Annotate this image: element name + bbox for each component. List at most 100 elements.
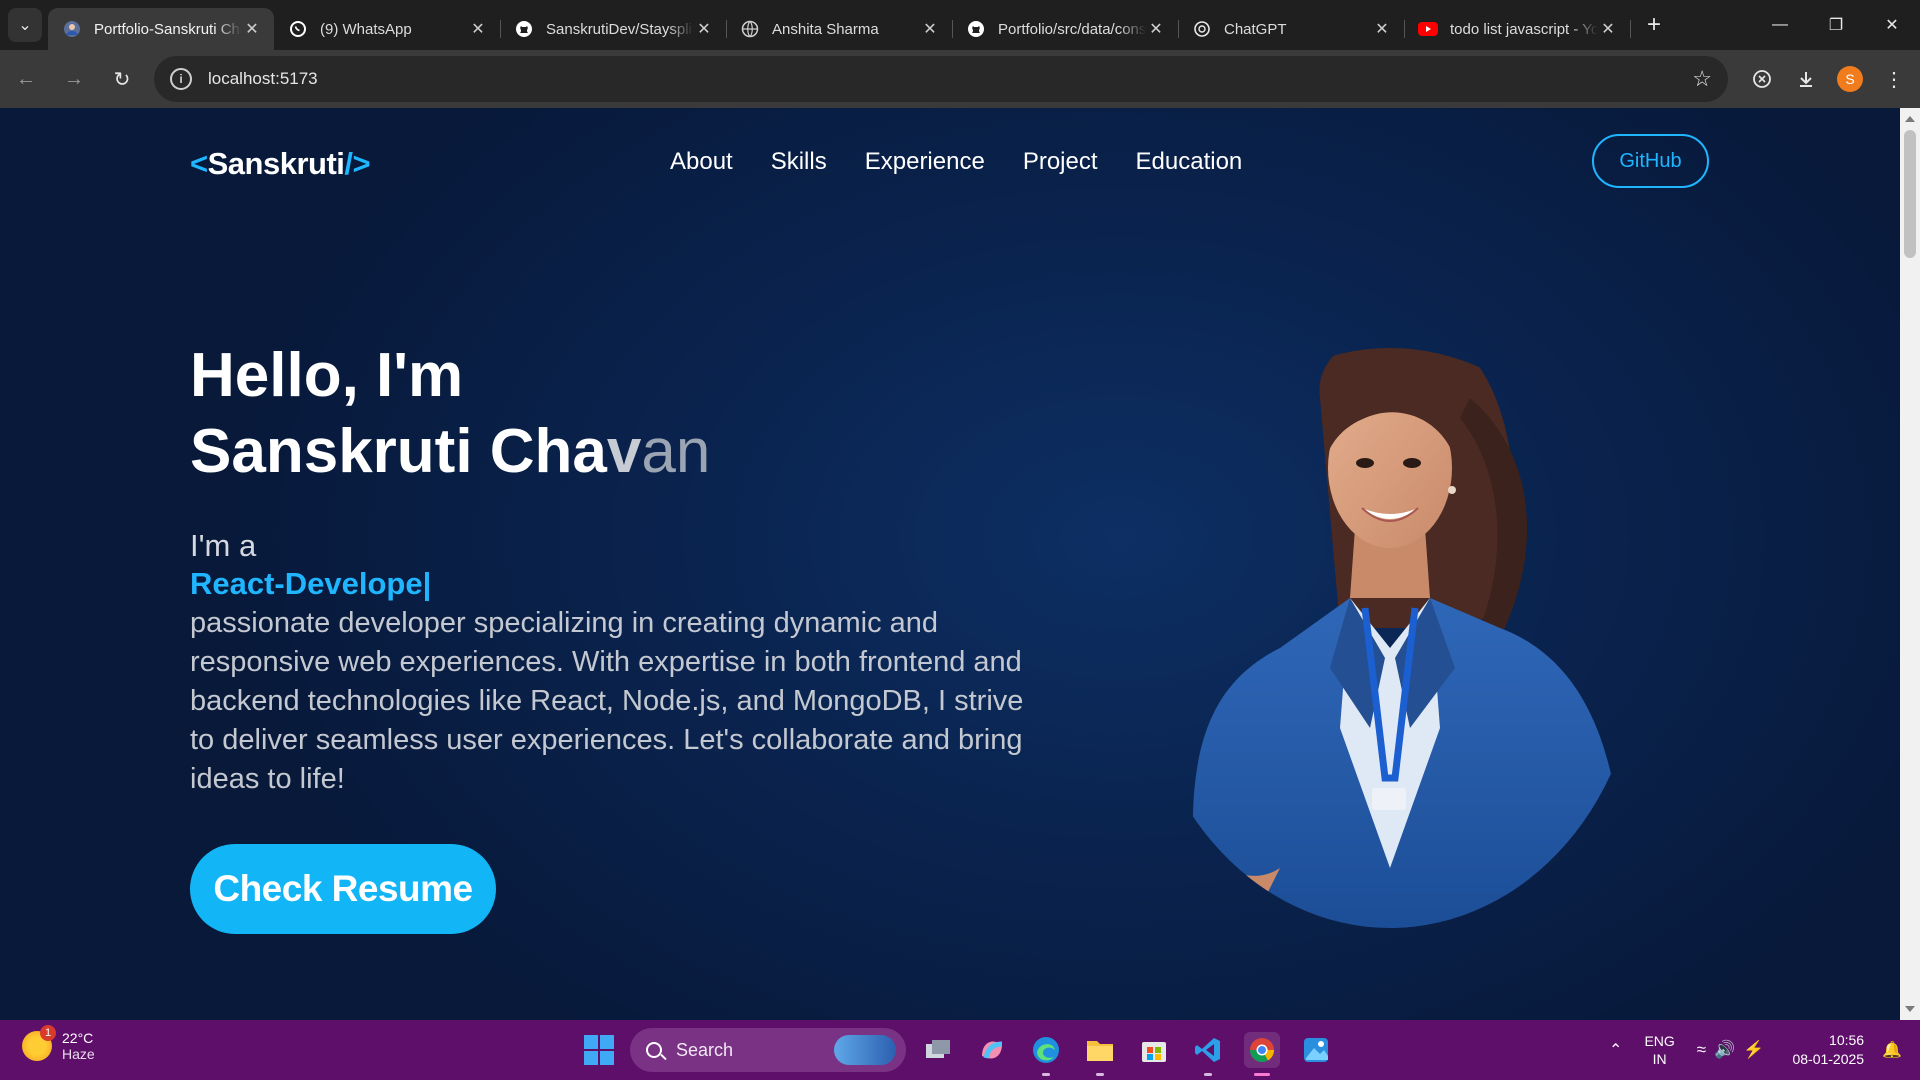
chrome-icon[interactable] bbox=[1244, 1032, 1280, 1076]
language-indicator[interactable]: ENG IN bbox=[1644, 1032, 1674, 1068]
notification-badge: 1 bbox=[40, 1025, 56, 1041]
portfolio-favicon bbox=[62, 19, 82, 39]
github-button[interactable]: GitHub bbox=[1592, 134, 1709, 188]
window-controls: — ❐ ✕ bbox=[1752, 0, 1920, 50]
close-tab-icon[interactable]: ✕ bbox=[1372, 19, 1392, 39]
tab-title: Anshita Sharma bbox=[772, 20, 879, 38]
weather-sun-icon: 1 bbox=[22, 1025, 56, 1061]
hero-heading: Hello, I'm Sanskruti Chavan bbox=[190, 338, 710, 490]
browser-tab[interactable]: Portfolio-Sanskruti Chavan ✕ bbox=[48, 8, 274, 50]
start-button[interactable] bbox=[584, 1035, 614, 1065]
address-bar[interactable]: i localhost:5173 ☆ bbox=[154, 56, 1728, 102]
scrollbar-thumb[interactable] bbox=[1904, 130, 1916, 258]
scroll-up-icon[interactable] bbox=[1905, 116, 1915, 122]
browser-tab[interactable]: ChatGPT ✕ bbox=[1178, 8, 1405, 50]
tab-title: SanskrutiDev/Staysplit bbox=[546, 20, 694, 38]
edge-icon[interactable] bbox=[1028, 1032, 1064, 1076]
notification-bell-icon[interactable]: 🔔 bbox=[1882, 1040, 1902, 1060]
network-volume-battery-icons[interactable]: ≈🔊⚡ bbox=[1697, 1040, 1773, 1060]
profile-photo bbox=[1192, 348, 1630, 928]
search-placeholder: Search bbox=[676, 1039, 734, 1060]
forward-button[interactable]: → bbox=[52, 57, 96, 101]
microsoft-store-icon[interactable] bbox=[1136, 1032, 1172, 1068]
restore-button[interactable]: ❐ bbox=[1808, 0, 1864, 50]
nav-link-about[interactable]: About bbox=[670, 148, 733, 176]
weather-condition: Haze bbox=[62, 1046, 95, 1062]
search-icon bbox=[646, 1042, 662, 1058]
close-tab-icon[interactable]: ✕ bbox=[242, 19, 262, 39]
tab-search-button[interactable]: ⌄ bbox=[8, 8, 42, 42]
back-button[interactable]: ← bbox=[4, 57, 48, 101]
arrow-right-icon: → bbox=[64, 67, 84, 90]
github-icon bbox=[966, 19, 986, 39]
browser-tab[interactable]: Anshita Sharma ✕ bbox=[726, 8, 953, 50]
globe-icon bbox=[740, 19, 760, 39]
reload-icon: ↻ bbox=[113, 68, 131, 91]
hero-role-typewriter: React-Develope| bbox=[190, 566, 432, 601]
scroll-down-icon[interactable] bbox=[1905, 1006, 1915, 1012]
hero-im-a: I'm a bbox=[190, 528, 257, 563]
nav-link-experience[interactable]: Experience bbox=[865, 148, 985, 176]
more-menu-icon[interactable]: ⋮ bbox=[1872, 57, 1916, 101]
nav-link-skills[interactable]: Skills bbox=[771, 148, 827, 176]
task-view-icon[interactable] bbox=[920, 1032, 956, 1068]
weather-temp: 22°C bbox=[62, 1030, 94, 1046]
logo-close-bracket: /> bbox=[344, 146, 371, 181]
address-text[interactable]: localhost:5173 bbox=[208, 69, 1692, 89]
minimize-button[interactable]: — bbox=[1752, 0, 1808, 50]
close-tab-icon[interactable]: ✕ bbox=[694, 19, 714, 39]
whatsapp-icon bbox=[288, 19, 308, 39]
windows-taskbar: 1 22°C Haze Search ⌃ ENG IN ≈🔊⚡ 10:56 08… bbox=[0, 1020, 1920, 1080]
hero-name: Sanskruti Cha bbox=[190, 417, 607, 486]
hero-greeting: Hello, I'm bbox=[190, 341, 464, 410]
site-logo[interactable]: <Sanskruti/> bbox=[190, 146, 371, 182]
github-icon bbox=[514, 19, 534, 39]
browser-tab[interactable]: todo list javascript - YouTube ✕ bbox=[1404, 8, 1631, 50]
close-window-button[interactable]: ✕ bbox=[1864, 0, 1920, 50]
copilot-icon[interactable] bbox=[974, 1032, 1010, 1068]
tab-title: Portfolio-Sanskruti Chavan bbox=[94, 20, 242, 38]
browser-tab-strip: ⌄ Portfolio-Sanskruti Chavan ✕ (9) Whats… bbox=[0, 0, 1920, 50]
browser-tab[interactable]: SanskrutiDev/Staysplit ✕ bbox=[500, 8, 727, 50]
nav-link-education[interactable]: Education bbox=[1136, 148, 1243, 176]
reload-button[interactable]: ↻ bbox=[100, 57, 144, 101]
profile-avatar[interactable]: S bbox=[1837, 66, 1863, 92]
chevron-up-icon[interactable]: ⌃ bbox=[1609, 1040, 1622, 1060]
new-tab-button[interactable]: + bbox=[1636, 7, 1672, 43]
weather-widget[interactable]: 1 22°C Haze bbox=[22, 1025, 95, 1062]
tab-title: Portfolio/src/data/constants bbox=[998, 20, 1146, 38]
nav-link-project[interactable]: Project bbox=[1023, 148, 1098, 176]
bookmark-star-icon[interactable]: ☆ bbox=[1692, 66, 1712, 92]
close-tab-icon[interactable]: ✕ bbox=[920, 19, 940, 39]
logo-open-bracket: < bbox=[190, 146, 208, 181]
photos-icon[interactable] bbox=[1298, 1032, 1334, 1068]
page-scrollbar[interactable] bbox=[1900, 108, 1920, 1020]
close-tab-icon[interactable]: ✕ bbox=[468, 19, 488, 39]
vscode-icon[interactable] bbox=[1190, 1032, 1226, 1076]
page-viewport: <Sanskruti/> About Skills Experience Pro… bbox=[0, 108, 1900, 1020]
browser-toolbar: ← → ↻ i localhost:5173 ☆ S ⋮ bbox=[0, 50, 1920, 108]
extension-icon[interactable] bbox=[1740, 57, 1784, 101]
check-resume-button[interactable]: Check Resume bbox=[190, 844, 496, 934]
youtube-icon bbox=[1418, 19, 1438, 39]
clock-time: 10:56 bbox=[1829, 1032, 1865, 1048]
tab-title: ChatGPT bbox=[1224, 20, 1287, 38]
plus-icon: + bbox=[1646, 11, 1661, 38]
logo-name: Sanskruti bbox=[207, 146, 345, 181]
download-icon[interactable] bbox=[1784, 57, 1828, 101]
hero-name-typing-faded: an bbox=[641, 417, 711, 486]
clock[interactable]: 10:56 08-01-2025 bbox=[1792, 1031, 1864, 1069]
chatgpt-icon bbox=[1192, 19, 1212, 39]
tab-title: todo list javascript - YouTube bbox=[1450, 20, 1598, 38]
file-explorer-icon[interactable] bbox=[1082, 1032, 1118, 1076]
taskbar-search[interactable]: Search bbox=[630, 1028, 906, 1072]
arrow-left-icon: ← bbox=[16, 67, 36, 90]
clock-date: 08-01-2025 bbox=[1792, 1051, 1865, 1067]
site-info-icon[interactable]: i bbox=[170, 68, 192, 90]
browser-tab[interactable]: (9) WhatsApp ✕ bbox=[274, 8, 501, 50]
close-tab-icon[interactable]: ✕ bbox=[1598, 19, 1618, 39]
region-code: IN bbox=[1652, 1051, 1667, 1067]
search-highlight-image bbox=[834, 1035, 896, 1065]
close-tab-icon[interactable]: ✕ bbox=[1146, 19, 1166, 39]
browser-tab[interactable]: Portfolio/src/data/constants ✕ bbox=[952, 8, 1179, 50]
